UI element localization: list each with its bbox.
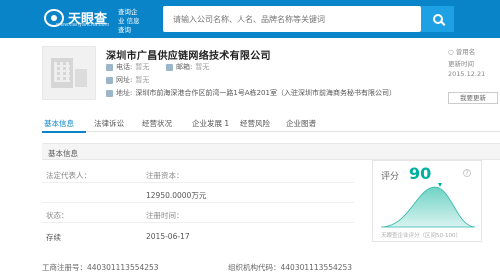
tab-basic-info[interactable]: 基本信息 xyxy=(44,118,74,129)
score-panel: 评分 90 ? 天眼查企业评分（区间50-100） xyxy=(372,160,482,242)
top-header: 天眼查 www.tianyancha.com 查询企业 信息查询 xyxy=(0,0,500,38)
score-marker-icon xyxy=(438,183,442,187)
status-label: 状态： xyxy=(46,211,69,220)
tab-graph[interactable]: 企业图谱 xyxy=(286,118,316,129)
tab-operations[interactable]: 经营状况 xyxy=(142,118,172,129)
search-input[interactable] xyxy=(163,6,421,32)
search-box xyxy=(163,6,421,32)
website-value[interactable]: 暂无 xyxy=(135,75,149,85)
tab-legal[interactable]: 法律诉讼 xyxy=(94,118,124,129)
phone-icon xyxy=(106,63,113,71)
tab-development[interactable]: 企业发展 1 xyxy=(192,118,229,129)
score-curve xyxy=(380,186,476,228)
update-time-label: 更新时间 xyxy=(448,60,474,68)
location-icon xyxy=(106,89,113,97)
logo-slogan: 查询企业 信息查询 xyxy=(118,8,140,34)
search-button[interactable] xyxy=(421,6,454,32)
score-caption: 天眼查企业评分（区间50-100） xyxy=(381,233,461,239)
status-value: 存续 xyxy=(46,233,61,242)
update-time-value: 2015.12.21 xyxy=(448,70,486,78)
company-name: 深圳市广昌供应链网络技术有限公司 xyxy=(106,51,271,62)
tab-bar: 基本信息 法律诉讼 经营状况 企业发展 1 经营风险 企业图谱 xyxy=(42,114,500,132)
email-icon xyxy=(166,63,173,71)
phone-row: 电话: 暂无 xyxy=(106,62,149,72)
capital-value: 12950.0000万元 xyxy=(146,191,207,200)
building-icon xyxy=(51,58,73,88)
register-date-label: 注册时间： xyxy=(146,211,184,220)
email-value: 暂无 xyxy=(195,63,210,71)
capital-label: 注册资本： xyxy=(146,171,184,180)
organization-code: 组织机构代码：440301113554253 xyxy=(228,263,353,272)
section-title: 基本信息 xyxy=(48,149,78,158)
company-logo xyxy=(42,46,96,100)
tab-risk[interactable]: 经营风险 xyxy=(240,118,270,129)
search-icon xyxy=(432,14,443,24)
basic-info-header: 基本信息 xyxy=(42,143,500,160)
registration-number: 工商注册号：440301113554253 xyxy=(42,263,159,272)
active-tab-indicator xyxy=(42,131,86,133)
address-row: 地址: 深圳市前海深港合作区前湾一路1号A栋201室（入驻深圳市前海商务秘书有限… xyxy=(106,88,396,98)
register-date-value: 2015-06-17 xyxy=(146,232,190,241)
score-label: 评分 xyxy=(381,172,400,182)
legal-rep-label: 法定代表人： xyxy=(46,171,91,180)
website-row: 网址: 暂无 xyxy=(106,75,149,85)
former-name-link[interactable]: ○ 曾用名 xyxy=(448,46,475,56)
phone-value: 暂无 xyxy=(135,63,150,71)
score-distribution-chart xyxy=(380,183,476,228)
score-value: 90 xyxy=(409,164,432,183)
help-icon[interactable]: ? xyxy=(463,169,471,177)
address-value: 深圳市前海深港合作区前湾一路1号A栋201室（入驻深圳市前海商务秘书有限公司） xyxy=(135,89,396,97)
email-row: 邮箱: 暂无 xyxy=(166,62,209,72)
globe-icon xyxy=(106,76,113,84)
request-update-button[interactable]: 我要更新 xyxy=(448,92,498,104)
logo-url: www.tianyancha.com xyxy=(56,22,110,28)
